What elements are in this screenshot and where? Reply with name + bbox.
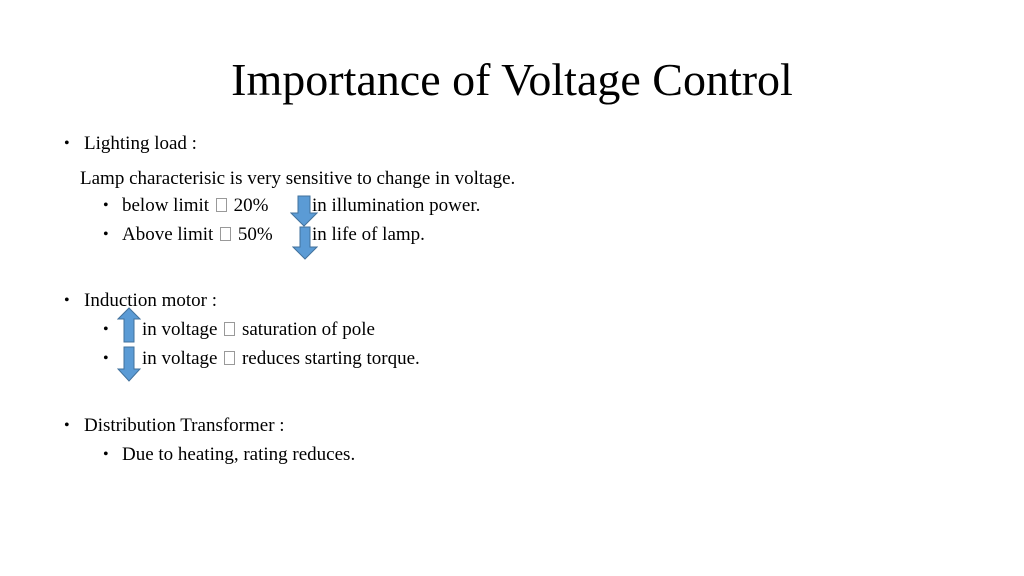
lighting-item-2: Above limit 50% — [122, 223, 273, 247]
item-prefix: below limit — [122, 195, 210, 216]
transformer-item-1: Due to heating, rating reduces. — [122, 444, 356, 465]
item-value: 20% — [233, 195, 269, 216]
bullet: • — [103, 321, 109, 338]
item-value: 50% — [237, 224, 273, 245]
item-suffix: reduces starting torque. — [241, 348, 420, 369]
bullet: • — [64, 292, 70, 309]
motor-heading: Induction motor : — [84, 290, 217, 311]
bullet: • — [103, 446, 109, 463]
down-arrow-icon — [290, 195, 318, 227]
up-arrow-icon — [117, 307, 141, 343]
missing-glyph-icon — [215, 198, 227, 212]
motor-item-2: in voltage reduces starting torque. — [142, 347, 420, 371]
bullet: • — [64, 135, 70, 152]
slide-title: Importance of Voltage Control — [231, 54, 793, 105]
item-suffix: saturation of pole — [241, 319, 375, 340]
item-text: in voltage — [142, 348, 218, 369]
lighting-item-1-suffix: in illumination power. — [312, 195, 481, 216]
transformer-heading: Distribution Transformer : — [84, 415, 285, 436]
item-prefix: Above limit — [122, 224, 214, 245]
missing-glyph-icon — [224, 351, 236, 365]
bullet: • — [103, 350, 109, 367]
down-arrow-icon — [292, 226, 318, 260]
lighting-intro: Lamp characterisic is very sensitive to … — [80, 168, 516, 189]
lighting-heading: Lighting load : — [84, 133, 197, 154]
lighting-item-1: below limit 20% — [122, 194, 268, 218]
bullet: • — [64, 417, 70, 434]
down-arrow-icon — [117, 346, 141, 382]
lighting-item-2-suffix: in life of lamp. — [312, 224, 425, 245]
missing-glyph-icon — [224, 322, 236, 336]
motor-item-1: in voltage saturation of pole — [142, 318, 375, 342]
bullet: • — [103, 226, 109, 243]
item-text: in voltage — [142, 319, 218, 340]
bullet: • — [103, 197, 109, 214]
missing-glyph-icon — [220, 227, 232, 241]
